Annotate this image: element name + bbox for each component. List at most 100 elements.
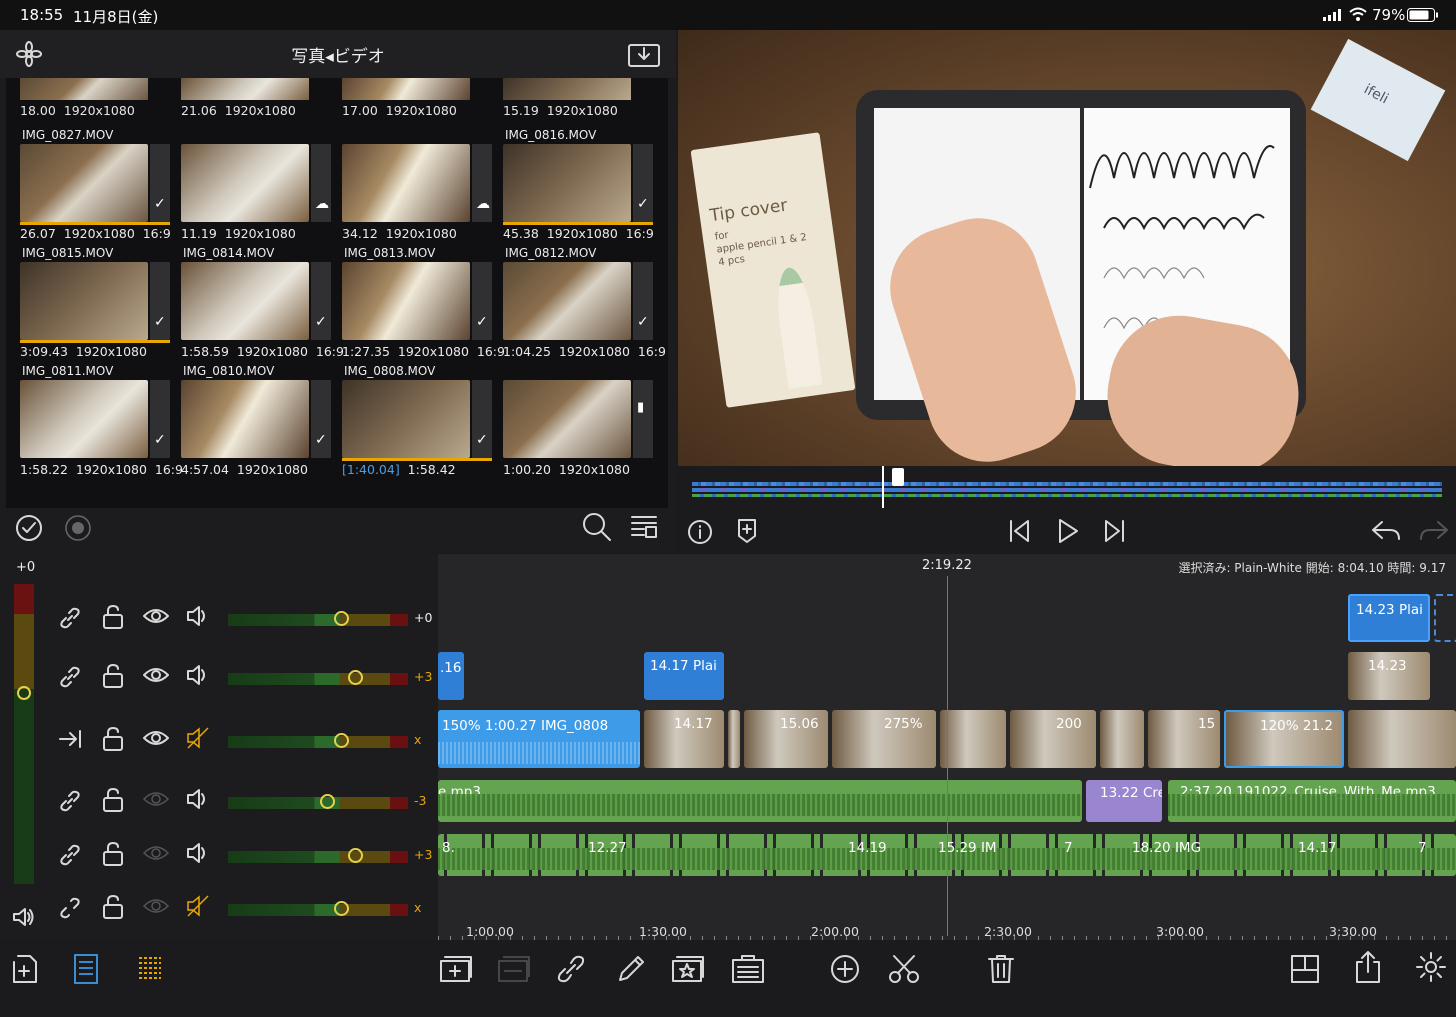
lock-icon[interactable] [102,894,124,920]
eye-icon[interactable] [142,728,170,748]
sound-effect-clip[interactable]: 13.22 Cre [1086,780,1162,822]
track-volume-slider[interactable] [228,670,408,685]
browser-title[interactable]: 写真◂ビデオ [0,42,676,67]
video-clip[interactable] [1348,710,1456,768]
pencil-icon[interactable] [616,954,646,984]
video-clip[interactable]: 200 [1010,710,1096,768]
time-ruler[interactable]: 1:00.00 1:30.00 2:00.00 2:30.00 3:00.00 … [438,904,1456,940]
list-view-icon[interactable] [630,514,658,540]
eye-icon[interactable] [142,665,170,685]
track-volume-slider[interactable] [228,611,408,626]
track-volume-slider[interactable] [228,733,408,748]
media-cell[interactable]: 1:00.20 1920x1080 ▮ [503,362,663,480]
media-cell[interactable]: IMG_0827.MOV 26.07 1920x1080 16:9 ✓ [20,126,180,244]
settings-gear-icon[interactable] [1416,952,1446,982]
master-knob[interactable] [17,686,31,700]
arrow-to-track-icon[interactable] [58,728,84,750]
marker-icon[interactable] [736,518,758,544]
track-volume-slider[interactable] [228,794,408,809]
master-meter[interactable] [14,584,34,884]
main-video-clip[interactable]: 150% 1:00.27 IMG_0808 [438,710,640,768]
audio-clip-icon[interactable] [498,954,530,984]
clip-placeholder[interactable] [1434,594,1456,642]
speaker-icon[interactable] [12,906,36,928]
play-icon[interactable] [1056,518,1080,544]
video-clip[interactable]: 15 [1148,710,1220,768]
share-icon[interactable] [1354,950,1382,984]
skip-forward-icon[interactable] [1102,519,1126,543]
link-icon[interactable] [58,606,82,630]
audio-meter-icon[interactable] [136,954,164,984]
overlay-clip[interactable]: 14.23 [1348,652,1430,700]
lock-icon[interactable] [102,604,124,630]
playhead[interactable] [947,576,948,936]
preview-viewer[interactable]: Tip cover for apple pencil 1 & 2 4 pcs i… [678,30,1456,466]
search-icon[interactable] [582,512,612,542]
eye-hidden-icon[interactable] [142,896,170,916]
title-clip[interactable]: .16 [438,652,464,700]
clipboard-icon[interactable] [732,954,764,984]
select-check-icon[interactable] [15,514,43,542]
favorite-icon[interactable] [672,954,704,984]
speaker-muted-icon[interactable] [186,726,210,750]
link-broken-icon[interactable] [58,896,82,920]
eye-icon[interactable] [142,606,170,626]
timeline-overview[interactable] [678,466,1456,510]
record-icon[interactable] [64,514,92,542]
speaker-icon[interactable] [186,841,210,865]
video-clip[interactable]: 275% [832,710,936,768]
media-cell[interactable]: IMG_0815.MOV 3:09.43 1920x1080 ✓ [20,244,180,362]
timeline-clips-area[interactable]: 2:19.22 選択済み: Plain-White 開始: 8:04.10 時間… [438,554,1456,940]
video-clip[interactable] [728,710,740,768]
info-icon[interactable] [687,519,713,545]
media-cell[interactable]: IMG_0810.MOV 4:57.04 1920x1080 ✓ [181,362,341,480]
trash-icon[interactable] [988,954,1014,984]
link-icon[interactable] [556,954,586,984]
import-icon[interactable] [628,42,660,68]
media-cell[interactable]: IMG_0814.MOV 1:58.59 1920x1080 16:9 ✓ [181,244,344,362]
skip-back-icon[interactable] [1008,519,1032,543]
media-cell[interactable]: IMG_0816.MOV 45.38 1920x1080 16:9 ✓ [503,126,663,244]
media-cell[interactable]: 34.12 1920x1080 ☁ [342,126,502,244]
video-clip[interactable] [1100,710,1144,768]
track-volume-slider[interactable] [228,901,408,916]
layout-icon[interactable] [1290,954,1320,984]
title-clip-selected[interactable]: 14.23 Plai [1348,594,1430,642]
eye-hidden-icon[interactable] [142,789,170,809]
speaker-icon[interactable] [186,604,210,628]
video-clip[interactable]: 14.17 [644,710,724,768]
title-clip[interactable]: 14.17 Plai [644,652,724,700]
project-export-icon[interactable] [12,954,38,984]
track-list-icon[interactable] [74,954,98,984]
lock-icon[interactable] [102,663,124,689]
link-icon[interactable] [58,789,82,813]
redo-icon[interactable] [1418,519,1450,543]
lock-icon[interactable] [102,726,124,752]
undo-icon[interactable] [1370,519,1402,543]
music-clip[interactable]: 2:37.20 191022_Cruise_With_Me.mp3 [1168,780,1456,822]
lock-icon[interactable] [102,787,124,813]
speaker-icon[interactable] [186,663,210,687]
thumbnail [503,380,631,458]
scissors-icon[interactable] [888,954,920,984]
media-cell[interactable]: IMG_0813.MOV 1:27.35 1920x1080 16:9 ✓ [342,244,505,362]
video-clip[interactable] [940,710,1006,768]
media-cell[interactable]: IMG_0811.MOV 1:58.22 1920x1080 16:9 ✓ [20,362,183,480]
overview-playhead[interactable] [882,466,884,508]
overview-handle[interactable] [892,468,904,486]
media-cell[interactable]: IMG_0812.MOV 1:04.25 1920x1080 16:9 ✓ [503,244,666,362]
track-volume-slider[interactable] [228,848,408,863]
lock-icon[interactable] [102,841,124,867]
speaker-muted-icon[interactable] [186,894,210,918]
eye-hidden-icon[interactable] [142,843,170,863]
speaker-icon[interactable] [186,787,210,811]
media-cell[interactable]: IMG_0808.MOV [1:40.04] 1:58.42 ✓ [342,362,502,480]
add-clip-icon[interactable] [440,954,472,984]
link-icon[interactable] [58,843,82,867]
video-clip[interactable]: 15.06 [744,710,828,768]
music-clip[interactable]: e.mp3 [438,780,1082,822]
video-clip[interactable]: 120% 21.2 [1224,710,1344,768]
link-icon[interactable] [58,665,82,689]
add-icon[interactable] [830,954,860,984]
media-cell[interactable]: 11.19 1920x1080 ☁ [181,126,341,244]
